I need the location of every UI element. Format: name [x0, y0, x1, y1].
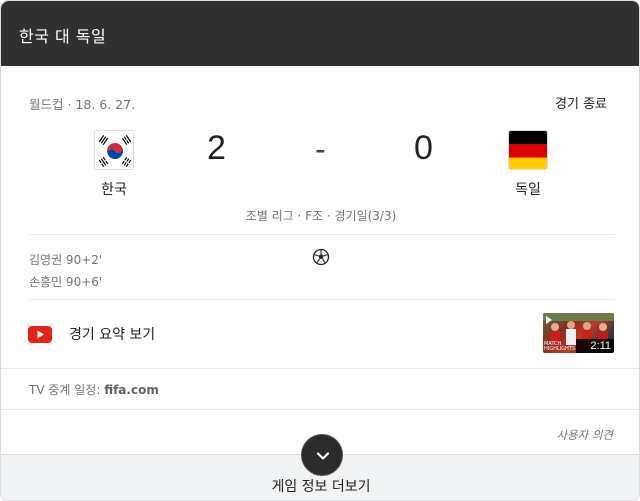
divider — [1, 409, 639, 410]
youtube-icon[interactable] — [28, 326, 52, 343]
highlights-video-thumbnail[interactable]: MATCH HIGHLIGHTS 2:11 — [543, 313, 614, 353]
highlights-link[interactable]: 경기 요약 보기 — [69, 324, 155, 344]
feedback-link[interactable]: 사용자 의견 — [556, 427, 613, 443]
germany-flag-icon[interactable] — [508, 130, 548, 170]
away-score: 0 — [414, 129, 433, 167]
tv-schedule: TV 중계 일정: fifa.com — [29, 381, 159, 398]
away-team-name[interactable]: 독일 — [488, 179, 568, 199]
home-score: 2 — [207, 129, 226, 167]
match-info: 조별 리그 · F조 · 경기일(3/3) — [245, 209, 397, 223]
video-duration: 2:11 — [576, 339, 614, 353]
divider — [29, 234, 615, 235]
expand-button[interactable] — [301, 434, 343, 476]
thumbnail-caption: MATCH HIGHLIGHTS — [544, 341, 575, 352]
card-header: 한국 대 독일 — [1, 1, 639, 66]
tv-schedule-prefix: TV 중계 일정: — [29, 383, 105, 397]
play-icon — [546, 316, 552, 324]
sports-card: 한국 대 독일 월드컵 · 18. 6. 27. 경기 종료 한국 독일 2 -… — [0, 0, 640, 501]
soccer-ball-icon — [312, 248, 330, 266]
tv-schedule-link[interactable]: fifa.com — [104, 383, 159, 397]
chevron-down-icon — [316, 452, 330, 460]
home-scorer: 김영권 90+2' — [29, 253, 103, 267]
home-scorer: 손흥민 90+6' — [29, 275, 103, 289]
home-team-name[interactable]: 한국 — [74, 179, 154, 199]
south-korea-flag-icon[interactable] — [94, 130, 134, 170]
divider — [29, 299, 615, 300]
competition-date: 월드컵 · 18. 6. 27. — [29, 97, 136, 112]
match-title[interactable]: 한국 대 독일 — [19, 23, 106, 47]
divider — [1, 368, 639, 369]
more-info-label[interactable]: 게임 정보 더보기 — [1, 476, 639, 496]
score-separator: - — [315, 131, 326, 167]
match-status: 경기 종료 — [555, 97, 607, 112]
